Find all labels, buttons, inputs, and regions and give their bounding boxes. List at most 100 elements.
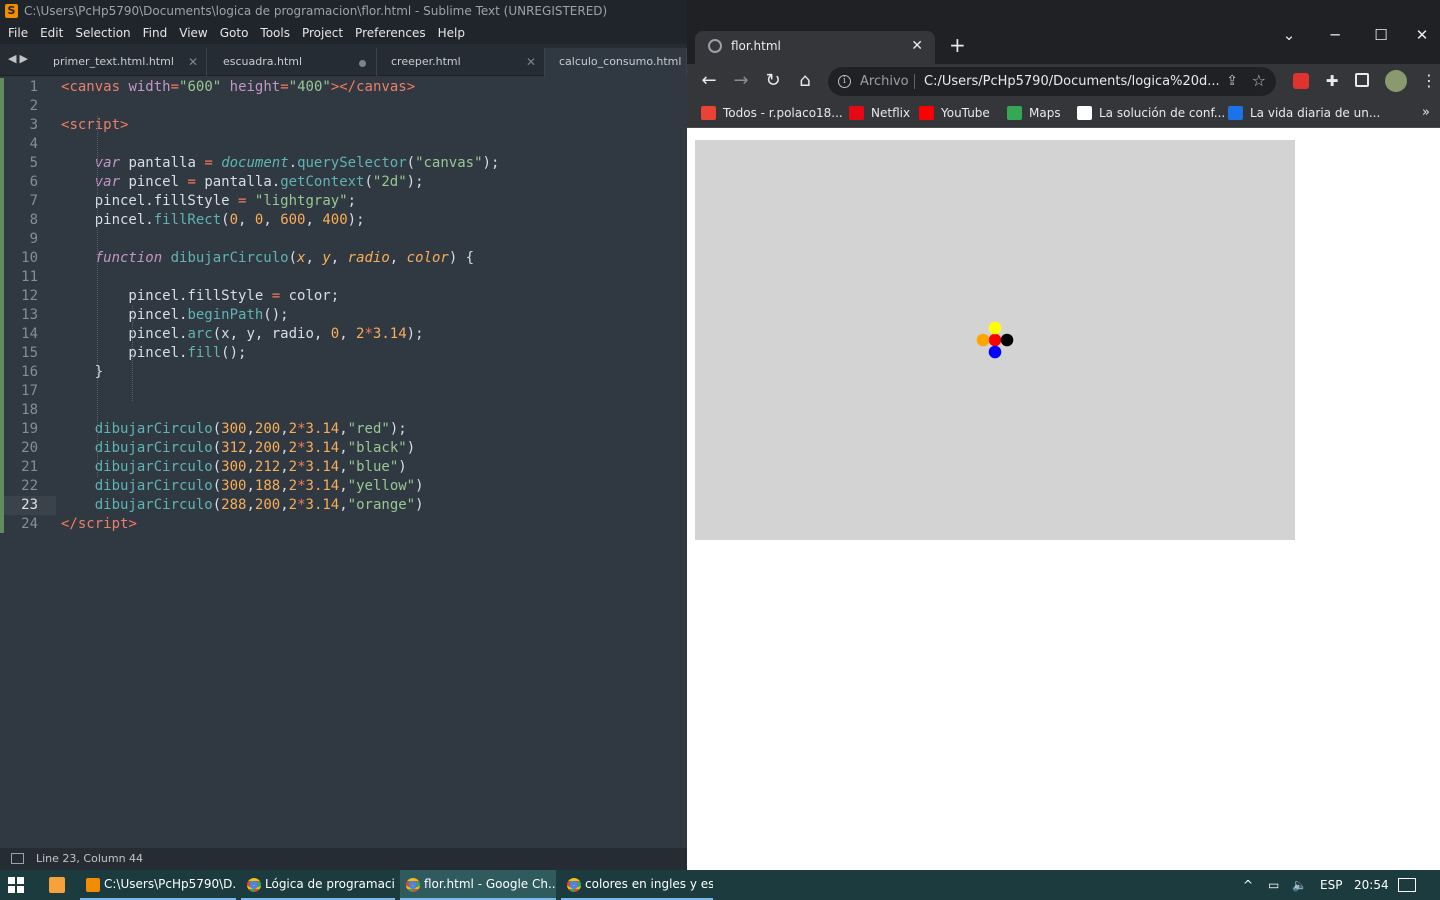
circle-yellow xyxy=(988,321,1002,335)
line-number: 11 xyxy=(21,269,38,285)
tab-navigation-arrows-icon[interactable]: ◀▶ xyxy=(8,52,31,65)
taskbar-chrome-colores[interactable]: colores en ingles y es... xyxy=(561,870,713,900)
tray-overflow-icon[interactable]: ^ xyxy=(1243,870,1253,900)
code-line: dibujarCirculo(300,188,2*3.14,"yellow") xyxy=(94,478,424,494)
close-icon[interactable]: ✕ xyxy=(526,48,536,76)
line-number: 12 xyxy=(21,288,38,304)
network-icon[interactable]: ▭ xyxy=(1268,870,1279,900)
extensions-puzzle-icon[interactable]: ✚ xyxy=(1324,73,1340,89)
language-indicator[interactable]: ESP xyxy=(1320,870,1342,900)
side-panel-icon[interactable] xyxy=(1355,73,1369,87)
line-number-gutter: 1 2 3 4 5 6 7 8 9 10 11 12 13 14 15 16 17 18 19 20 21 22 23 24 xyxy=(4,78,56,534)
bookmark-item[interactable]: YouTube xyxy=(919,98,990,128)
code-line: pincel.fill(); xyxy=(61,345,247,361)
line-number: 10 xyxy=(21,250,38,266)
close-window-icon[interactable]: ✕ xyxy=(1404,26,1440,44)
media-player-icon[interactable] xyxy=(49,877,65,893)
back-icon[interactable]: ← xyxy=(697,70,721,92)
line-number: 7 xyxy=(29,193,38,209)
menu-find[interactable]: Find xyxy=(137,22,174,44)
bookmark-favicon-icon xyxy=(849,106,864,120)
line-number: 16 xyxy=(21,364,38,380)
code-editor[interactable]: <canvas width="600" height="400"></canva… xyxy=(61,78,681,534)
bookmarks-overflow-icon[interactable]: » xyxy=(1422,98,1430,128)
bookmark-item[interactable]: Todos - r.polaco18... xyxy=(701,98,843,128)
bookmark-favicon-icon xyxy=(701,106,716,120)
tab-calculo-consumo[interactable]: calculo_consumo.html xyxy=(545,48,687,76)
bookmark-item[interactable]: La vida diaria de un... xyxy=(1228,98,1380,128)
tab-label: escuadra.html xyxy=(223,55,303,68)
line-number: 24 xyxy=(21,516,38,532)
home-icon[interactable]: ⌂ xyxy=(793,70,817,92)
circle-red xyxy=(988,333,1002,347)
menu-project[interactable]: Project xyxy=(296,22,349,44)
clock[interactable]: 20:54 xyxy=(1354,870,1389,900)
line-number: 2 xyxy=(29,98,38,114)
forward-icon[interactable]: → xyxy=(729,70,753,92)
bookmark-favicon-icon xyxy=(919,106,934,120)
bookmark-item[interactable]: Maps xyxy=(1007,98,1061,128)
menu-selection[interactable]: Selection xyxy=(69,22,136,44)
code-line: dibujarCirculo(300,212,2*3.14,"blue") xyxy=(94,459,407,475)
menu-tools[interactable]: Tools xyxy=(254,22,296,44)
bookmark-star-icon[interactable]: ☆ xyxy=(1252,71,1266,90)
menu-file[interactable]: File xyxy=(2,22,34,44)
extension-red-icon[interactable] xyxy=(1293,73,1309,89)
tab-bar: ◀▶ primer_text.html.html ✕ escuadra.html… xyxy=(0,44,687,76)
taskbar-chrome-logica[interactable]: Lógica de programaci... xyxy=(241,870,395,900)
line-number: 5 xyxy=(29,155,38,171)
bookmark-item[interactable]: La solución de conf... xyxy=(1077,98,1225,128)
menu-preferences[interactable]: Preferences xyxy=(349,22,432,44)
code-line: pincel.arc(x, y, radio, 0, 2*3.14); xyxy=(61,326,424,342)
tab-search-icon[interactable]: ⌄ xyxy=(1266,26,1312,44)
panel-toggle-icon[interactable] xyxy=(11,853,24,864)
code-line: pincel.fillStyle = color; xyxy=(61,288,340,304)
menu-help[interactable]: Help xyxy=(432,22,471,44)
menu-edit[interactable]: Edit xyxy=(34,22,69,44)
bookmark-item[interactable]: Netflix xyxy=(849,98,910,128)
chrome-tab-flor[interactable]: flor.html ✕ xyxy=(695,31,935,64)
windows-start-icon[interactable] xyxy=(8,877,24,893)
unsaved-dot-icon[interactable] xyxy=(359,60,366,67)
minimize-icon[interactable]: ─ xyxy=(1312,26,1358,44)
chrome-toolbar: ← → ↻ ⌂ i Archivo C:/Users/PcHp5790/Docu… xyxy=(687,64,1440,98)
chrome-tab-strip: flor.html ✕ + ⌄ ─ ☐ ✕ xyxy=(687,0,1440,64)
volume-icon[interactable]: 🔈 xyxy=(1292,870,1307,900)
profile-avatar[interactable] xyxy=(1385,70,1407,92)
security-chip[interactable]: Archivo xyxy=(860,67,909,96)
share-icon[interactable]: ⇪ xyxy=(1226,73,1238,89)
url-text[interactable]: C:/Users/PcHp5790/Documents/logica%20d..… xyxy=(924,67,1220,96)
line-number: 3 xyxy=(29,117,38,133)
close-tab-icon[interactable]: ✕ xyxy=(911,31,923,61)
reload-icon[interactable]: ↻ xyxy=(761,70,785,92)
line-number: 6 xyxy=(29,174,38,190)
bookmark-label: Netflix xyxy=(871,106,911,120)
taskbar-sublime[interactable]: C:\Users\PcHp5790\D... xyxy=(80,870,236,900)
tab-creeper[interactable]: creeper.html ✕ xyxy=(377,48,545,76)
globe-icon xyxy=(708,39,722,53)
tab-primer-text[interactable]: primer_text.html.html ✕ xyxy=(39,48,207,76)
notifications-icon[interactable] xyxy=(1398,878,1416,892)
code-line: dibujarCirculo(288,200,2*3.14,"orange") xyxy=(94,497,424,513)
code-line: dibujarCirculo(300,200,2*3.14,"red"); xyxy=(94,421,407,437)
taskbar-chrome-flor[interactable]: flor.html - Google Ch... xyxy=(400,870,556,900)
menu-goto[interactable]: Goto xyxy=(214,22,255,44)
menu-kebab-icon[interactable]: ⋮ xyxy=(1421,73,1437,89)
taskbar-label: colores en ingles y es... xyxy=(585,877,713,891)
menu-view[interactable]: View xyxy=(173,22,213,44)
new-tab-button[interactable]: + xyxy=(949,31,966,59)
line-number: 14 xyxy=(21,326,38,342)
line-number: 4 xyxy=(29,136,38,152)
address-bar[interactable]: i Archivo C:/Users/PcHp5790/Documents/lo… xyxy=(828,67,1276,96)
maximize-icon[interactable]: ☐ xyxy=(1358,26,1404,44)
tab-label: primer_text.html.html xyxy=(53,55,174,68)
window-title: C:\Users\PcHp5790\Documents\logica de pr… xyxy=(24,4,608,18)
taskbar-label: flor.html - Google Ch... xyxy=(424,877,556,891)
tab-escuadra[interactable]: escuadra.html xyxy=(209,48,377,76)
chrome-tab-title: flor.html xyxy=(731,39,781,53)
close-icon[interactable]: ✕ xyxy=(188,48,198,76)
info-icon[interactable]: i xyxy=(838,75,851,88)
